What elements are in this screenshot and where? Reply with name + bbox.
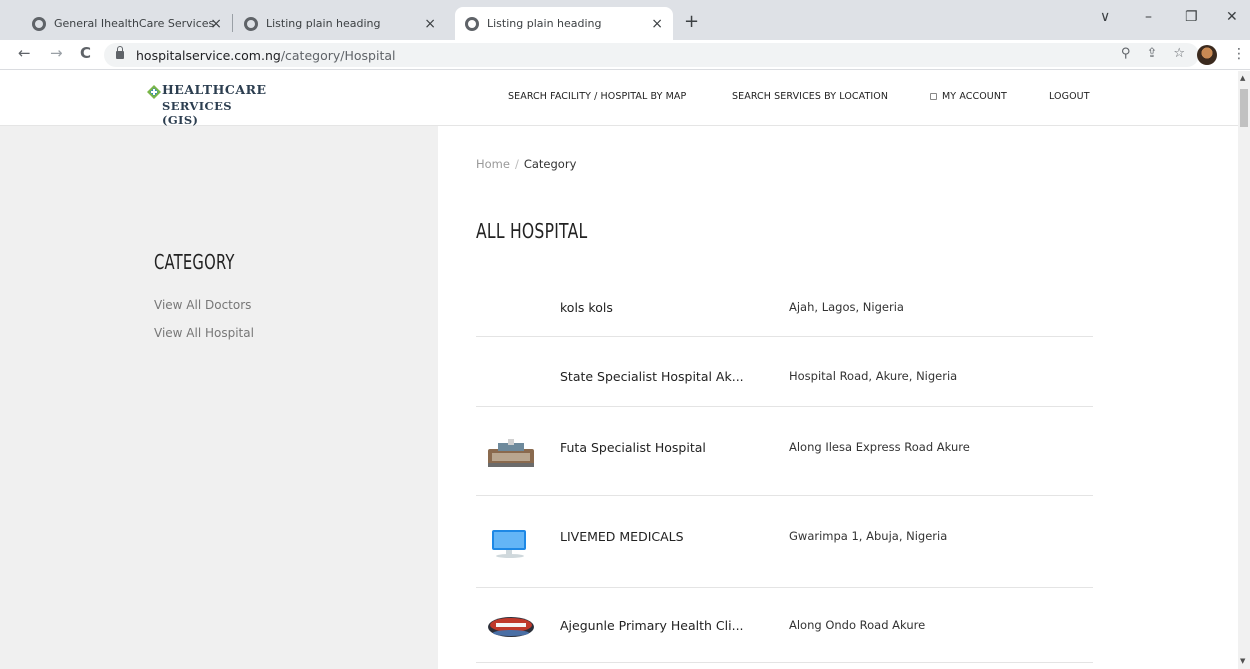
listing-location: Gwarimpa 1, Abuja, Nigeria	[789, 529, 948, 543]
nav-logout[interactable]: LOGOUT	[1049, 91, 1090, 102]
profile-avatar[interactable]	[1197, 45, 1217, 65]
logo-text-line2: SERVICES (GIS)	[162, 99, 232, 127]
restore-button[interactable]: ❐	[1185, 9, 1198, 25]
browser-menu-icon[interactable]: ⋮	[1232, 46, 1246, 62]
close-tab-icon[interactable]: ×	[210, 16, 222, 32]
site-logo[interactable]: HEALTHCARE SERVICES (GIS)	[146, 82, 267, 127]
logo-text-line1: HEALTHCARE	[162, 82, 267, 97]
listing-row[interactable]: LIVEMED MEDICALS Gwarimpa 1, Abuja, Nige…	[476, 496, 1093, 588]
url-host: hospitalservice.com.ng	[136, 47, 281, 63]
listing-name[interactable]: Futa Specialist Hospital	[560, 440, 706, 455]
browser-tab[interactable]: Listing plain heading ×	[234, 7, 446, 40]
share-icon[interactable]: ⇪	[1146, 46, 1157, 61]
nav-my-account[interactable]: MY ACCOUNT	[930, 91, 1007, 102]
back-button[interactable]: ←	[18, 44, 31, 62]
listing-name[interactable]: State Specialist Hospital Ak...	[560, 369, 744, 384]
hospital-sign-thumbnail[interactable]	[486, 610, 536, 644]
globe-icon	[32, 16, 46, 31]
forward-button[interactable]: →	[50, 44, 63, 62]
scrollbar-thumb[interactable]	[1240, 89, 1248, 127]
breadcrumb-separator: /	[514, 157, 519, 171]
listing-name[interactable]: LIVEMED MEDICALS	[560, 529, 684, 544]
listing-row[interactable]: Ajegunle Primary Health Cli... Along Ond…	[476, 588, 1093, 663]
omnibox-actions: ⚲ ⇪ ☆	[1121, 46, 1185, 61]
close-tab-icon[interactable]: ×	[424, 16, 436, 32]
listing-row[interactable]: Futa Specialist Hospital Along Ilesa Exp…	[476, 407, 1093, 496]
bookmark-star-icon[interactable]: ☆	[1173, 46, 1185, 61]
tab-title: General IhealthCare Services	[54, 17, 215, 30]
sidebar-link-hospital[interactable]: View All Hospital	[154, 326, 254, 340]
site-header: HEALTHCARE SERVICES (GIS) SEARCH FACILIT…	[0, 71, 1238, 127]
globe-icon	[465, 16, 479, 31]
close-tab-icon[interactable]: ×	[651, 16, 663, 32]
lock-icon	[930, 93, 937, 100]
sidebar-link-doctors[interactable]: View All Doctors	[154, 298, 251, 312]
listing-row[interactable]: kols kols Ajah, Lagos, Nigeria	[476, 280, 1093, 337]
logo-mark-icon	[147, 85, 161, 99]
listing-location: Hospital Road, Akure, Nigeria	[789, 369, 958, 383]
page-title: ALL HOSPITAL	[476, 219, 588, 243]
breadcrumb: Home / Category	[476, 157, 576, 171]
new-tab-button[interactable]: +	[684, 11, 699, 32]
close-window-button[interactable]: ✕	[1226, 9, 1238, 25]
category-sidebar: CATEGORY View All Doctors View All Hospi…	[0, 126, 438, 669]
lock-icon[interactable]	[116, 46, 124, 59]
reload-button[interactable]: C	[80, 44, 91, 62]
address-bar-row: ← → C hospitalservice.com.ng/category/Ho…	[0, 40, 1250, 70]
scroll-up-arrow-icon[interactable]: ▲	[1240, 74, 1245, 82]
breadcrumb-current: Category	[523, 157, 577, 171]
tab-title: Listing plain heading	[266, 17, 381, 30]
browser-tab[interactable]: General IhealthCare Services ×	[22, 7, 232, 40]
tab-search-icon[interactable]: ∨	[1100, 9, 1110, 25]
building-thumbnail[interactable]	[486, 435, 536, 469]
globe-icon	[244, 16, 258, 31]
listing-name[interactable]: kols kols	[560, 300, 613, 315]
browser-tab-bar: General IhealthCare Services × Listing p…	[0, 0, 1250, 40]
nav-my-account-label: MY ACCOUNT	[942, 91, 1007, 102]
minimize-button[interactable]: –	[1145, 9, 1152, 25]
listing-name[interactable]: Ajegunle Primary Health Cli...	[560, 618, 744, 633]
nav-search-by-location[interactable]: SEARCH SERVICES BY LOCATION	[732, 91, 888, 102]
zoom-icon[interactable]: ⚲	[1121, 46, 1131, 61]
tab-title: Listing plain heading	[487, 17, 602, 30]
computer-thumbnail[interactable]	[486, 526, 536, 560]
listing-location: Ajah, Lagos, Nigeria	[789, 300, 904, 314]
url-path: /category/Hospital	[280, 47, 396, 63]
tab-divider	[232, 14, 233, 32]
scroll-down-arrow-icon[interactable]: ▼	[1240, 657, 1245, 665]
browser-tab-active[interactable]: Listing plain heading ×	[455, 7, 673, 40]
url-field[interactable]: hospitalservice.com.ng/category/Hospital…	[104, 43, 1199, 67]
sidebar-title: CATEGORY	[154, 250, 235, 274]
breadcrumb-home[interactable]: Home	[476, 157, 510, 171]
listing-location: Along Ondo Road Akure	[789, 618, 926, 632]
page-scrollbar[interactable]: ▲ ▼	[1238, 71, 1250, 669]
nav-search-by-map[interactable]: SEARCH FACILITY / HOSPITAL BY MAP	[508, 91, 686, 102]
listing-location: Along Ilesa Express Road Akure	[789, 440, 970, 454]
listing-row[interactable]: State Specialist Hospital Ak... Hospital…	[476, 337, 1093, 407]
